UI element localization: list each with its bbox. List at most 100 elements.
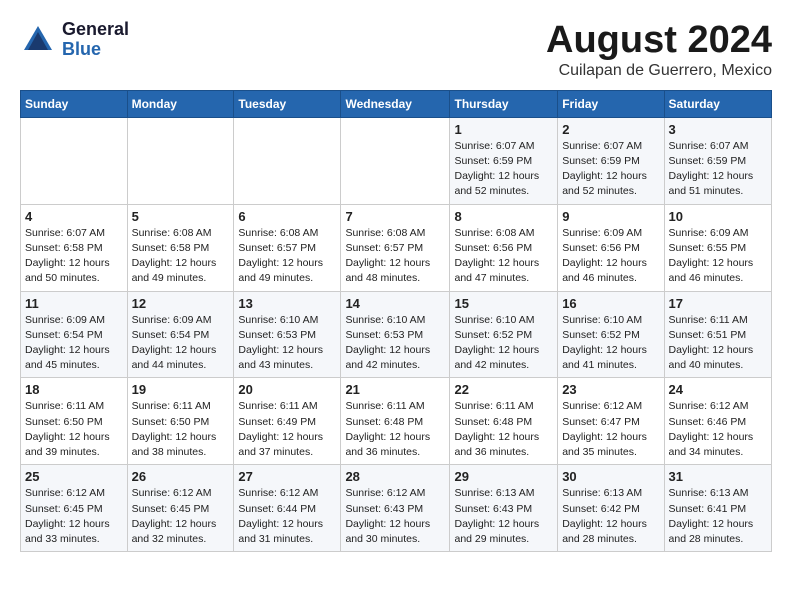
day-number: 24 (669, 382, 767, 397)
day-number: 26 (132, 469, 230, 484)
calendar-cell: 9Sunrise: 6:09 AMSunset: 6:56 PMDaylight… (558, 204, 664, 291)
day-info: Sunrise: 6:11 AMSunset: 6:48 PMDaylight:… (454, 399, 553, 460)
day-number: 20 (238, 382, 336, 397)
day-info: Sunrise: 6:09 AMSunset: 6:55 PMDaylight:… (669, 226, 767, 287)
day-number: 6 (238, 209, 336, 224)
day-number: 12 (132, 296, 230, 311)
day-info: Sunrise: 6:11 AMSunset: 6:48 PMDaylight:… (345, 399, 445, 460)
day-number: 15 (454, 296, 553, 311)
day-number: 3 (669, 122, 767, 137)
day-number: 27 (238, 469, 336, 484)
day-number: 7 (345, 209, 445, 224)
day-info: Sunrise: 6:12 AMSunset: 6:44 PMDaylight:… (238, 486, 336, 547)
col-header-monday: Monday (127, 90, 234, 117)
day-number: 2 (562, 122, 659, 137)
day-info: Sunrise: 6:07 AMSunset: 6:59 PMDaylight:… (669, 139, 767, 200)
calendar-cell: 20 Sunrise: 6:11 AMSunset: 6:49 PMDayligh… (234, 378, 341, 465)
calendar-cell: 1 Sunrise: 6:07 AMSunset: 6:59 PMDaylight… (450, 117, 558, 204)
logo-top: General (62, 20, 129, 40)
day-info: Sunrise: 6:11 AMSunset: 6:50 PMDaylight:… (25, 399, 123, 460)
calendar-cell: 31 Sunrise: 6:13 AMSunset: 6:41 PMDayligh… (664, 465, 771, 552)
calendar-cell: 24 Sunrise: 6:12 AMSunset: 6:46 PMDayligh… (664, 378, 771, 465)
day-number: 23 (562, 382, 659, 397)
day-number: 13 (238, 296, 336, 311)
calendar-cell: 29Sunrise: 6:13 AMSunset: 6:43 PMDayligh… (450, 465, 558, 552)
day-number: 11 (25, 296, 123, 311)
day-number: 21 (345, 382, 445, 397)
calendar-cell: 26 Sunrise: 6:12 AMSunset: 6:45 PMDayligh… (127, 465, 234, 552)
calendar-header-row: SundayMondayTuesdayWednesdayThursdayFrid… (21, 90, 772, 117)
logo-icon (20, 22, 56, 58)
day-info: Sunrise: 6:07 AMSunset: 6:58 PMDaylight:… (25, 226, 123, 287)
col-header-saturday: Saturday (664, 90, 771, 117)
calendar-week-5: 25Sunrise: 6:12 AMSunset: 6:45 PMDayligh… (21, 465, 772, 552)
day-info: Sunrise: 6:07 AMSunset: 6:59 PMDaylight:… (562, 139, 659, 200)
calendar-week-3: 11 Sunrise: 6:09 AMSunset: 6:54 PMDayligh… (21, 291, 772, 378)
day-number: 22 (454, 382, 553, 397)
col-header-wednesday: Wednesday (341, 90, 450, 117)
calendar-cell: 22 Sunrise: 6:11 AMSunset: 6:48 PMDayligh… (450, 378, 558, 465)
calendar-cell: 15 Sunrise: 6:10 AMSunset: 6:52 PMDayligh… (450, 291, 558, 378)
day-info: Sunrise: 6:10 AMSunset: 6:52 PMDaylight:… (454, 313, 553, 374)
calendar-cell: 18Sunrise: 6:11 AMSunset: 6:50 PMDayligh… (21, 378, 128, 465)
day-info: Sunrise: 6:10 AMSunset: 6:52 PMDaylight:… (562, 313, 659, 374)
day-info: Sunrise: 6:12 AMSunset: 6:43 PMDaylight:… (345, 486, 445, 547)
calendar-cell: 10Sunrise: 6:09 AMSunset: 6:55 PMDayligh… (664, 204, 771, 291)
calendar-cell: 2 Sunrise: 6:07 AMSunset: 6:59 PMDaylight… (558, 117, 664, 204)
calendar-cell: 27 Sunrise: 6:12 AMSunset: 6:44 PMDayligh… (234, 465, 341, 552)
day-info: Sunrise: 6:12 AMSunset: 6:46 PMDaylight:… (669, 399, 767, 460)
page-header: General Blue August 2024 Cuilapan de Gue… (20, 20, 772, 80)
calendar-week-1: 1 Sunrise: 6:07 AMSunset: 6:59 PMDaylight… (21, 117, 772, 204)
col-header-friday: Friday (558, 90, 664, 117)
day-number: 31 (669, 469, 767, 484)
day-number: 8 (454, 209, 553, 224)
col-header-thursday: Thursday (450, 90, 558, 117)
calendar-week-4: 18Sunrise: 6:11 AMSunset: 6:50 PMDayligh… (21, 378, 772, 465)
calendar-cell: 28 Sunrise: 6:12 AMSunset: 6:43 PMDayligh… (341, 465, 450, 552)
day-info: Sunrise: 6:09 AMSunset: 6:54 PMDaylight:… (132, 313, 230, 374)
calendar-table: SundayMondayTuesdayWednesdayThursdayFrid… (20, 90, 772, 552)
day-number: 29 (454, 469, 553, 484)
day-info: Sunrise: 6:07 AMSunset: 6:59 PMDaylight:… (454, 139, 553, 200)
calendar-cell (341, 117, 450, 204)
logo-bottom: Blue (62, 40, 129, 60)
day-number: 1 (454, 122, 553, 137)
calendar-cell: 17 Sunrise: 6:11 AMSunset: 6:51 PMDayligh… (664, 291, 771, 378)
day-info: Sunrise: 6:11 AMSunset: 6:50 PMDaylight:… (132, 399, 230, 460)
day-info: Sunrise: 6:13 AMSunset: 6:42 PMDaylight:… (562, 486, 659, 547)
day-info: Sunrise: 6:12 AMSunset: 6:45 PMDaylight:… (132, 486, 230, 547)
day-number: 28 (345, 469, 445, 484)
col-header-tuesday: Tuesday (234, 90, 341, 117)
day-info: Sunrise: 6:10 AMSunset: 6:53 PMDaylight:… (345, 313, 445, 374)
calendar-cell: 11Sunrise: 6:09 AMSunset: 6:54 PMDayligh… (21, 291, 128, 378)
calendar-cell: 30Sunrise: 6:13 AMSunset: 6:42 PMDayligh… (558, 465, 664, 552)
calendar-cell: 16Sunrise: 6:10 AMSunset: 6:52 PMDayligh… (558, 291, 664, 378)
day-info: Sunrise: 6:10 AMSunset: 6:53 PMDaylight:… (238, 313, 336, 374)
logo-text: General Blue (62, 20, 129, 60)
page-subtitle: Cuilapan de Guerrero, Mexico (546, 62, 772, 80)
day-info: Sunrise: 6:11 AMSunset: 6:49 PMDaylight:… (238, 399, 336, 460)
day-info: Sunrise: 6:09 AMSunset: 6:56 PMDaylight:… (562, 226, 659, 287)
day-info: Sunrise: 6:08 AMSunset: 6:58 PMDaylight:… (132, 226, 230, 287)
day-info: Sunrise: 6:08 AMSunset: 6:57 PMDaylight:… (238, 226, 336, 287)
calendar-cell (21, 117, 128, 204)
day-number: 4 (25, 209, 123, 224)
calendar-cell: 21 Sunrise: 6:11 AMSunset: 6:48 PMDayligh… (341, 378, 450, 465)
day-info: Sunrise: 6:12 AMSunset: 6:47 PMDaylight:… (562, 399, 659, 460)
calendar-cell: 13 Sunrise: 6:10 AMSunset: 6:53 PMDayligh… (234, 291, 341, 378)
calendar-cell: 25Sunrise: 6:12 AMSunset: 6:45 PMDayligh… (21, 465, 128, 552)
day-info: Sunrise: 6:11 AMSunset: 6:51 PMDaylight:… (669, 313, 767, 374)
calendar-cell: 8Sunrise: 6:08 AMSunset: 6:56 PMDaylight… (450, 204, 558, 291)
calendar-cell: 3 Sunrise: 6:07 AMSunset: 6:59 PMDaylight… (664, 117, 771, 204)
day-info: Sunrise: 6:12 AMSunset: 6:45 PMDaylight:… (25, 486, 123, 547)
calendar-cell: 5Sunrise: 6:08 AMSunset: 6:58 PMDaylight… (127, 204, 234, 291)
calendar-cell (234, 117, 341, 204)
day-number: 19 (132, 382, 230, 397)
day-number: 14 (345, 296, 445, 311)
day-info: Sunrise: 6:13 AMSunset: 6:41 PMDaylight:… (669, 486, 767, 547)
page-title: August 2024 (546, 20, 772, 62)
day-number: 17 (669, 296, 767, 311)
calendar-cell: 14 Sunrise: 6:10 AMSunset: 6:53 PMDayligh… (341, 291, 450, 378)
calendar-cell (127, 117, 234, 204)
calendar-cell: 19 Sunrise: 6:11 AMSunset: 6:50 PMDayligh… (127, 378, 234, 465)
